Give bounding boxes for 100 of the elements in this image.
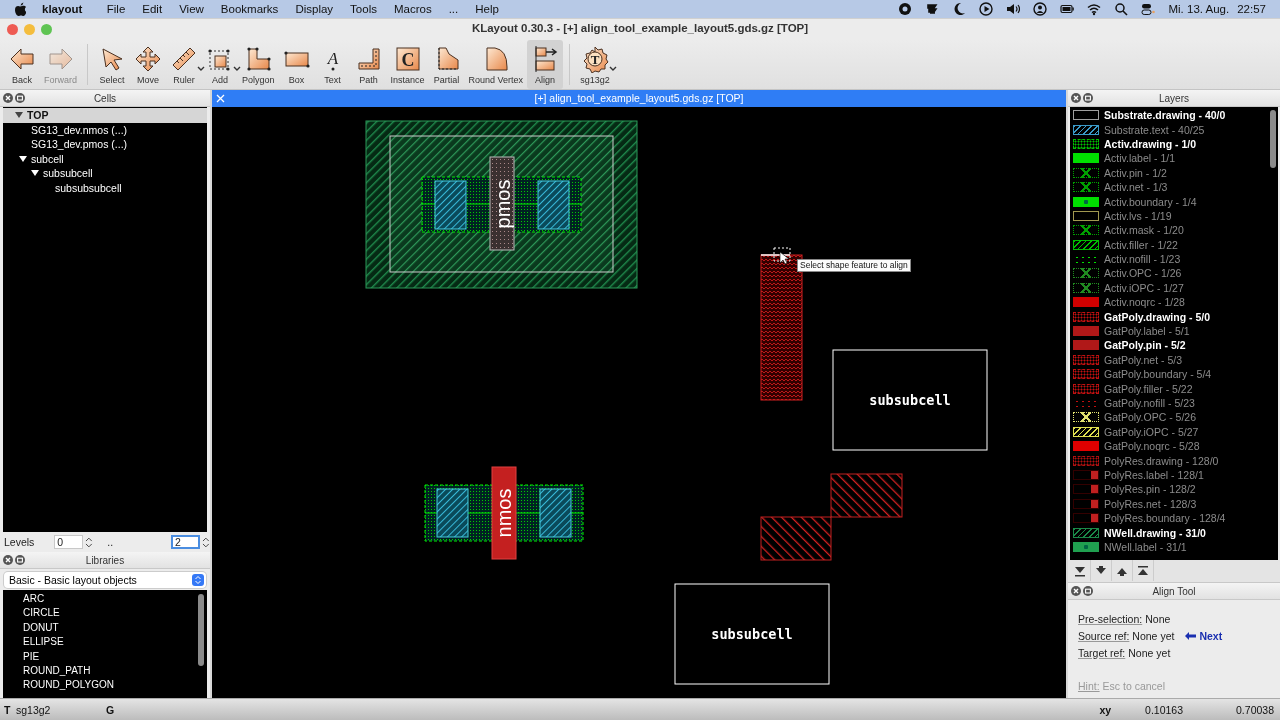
layer-swatch[interactable] bbox=[1073, 441, 1099, 452]
layer-name[interactable]: PolyRes.pin - 128/2 bbox=[1104, 483, 1196, 496]
layer-swatch[interactable] bbox=[1073, 182, 1099, 193]
spinner-icon[interactable] bbox=[202, 536, 210, 548]
layer-swatch[interactable] bbox=[1073, 326, 1099, 337]
moon-icon[interactable] bbox=[952, 2, 967, 16]
cell-frame[interactable] bbox=[832, 349, 988, 451]
layer-name[interactable]: Substrate.drawing - 40/0 bbox=[1104, 109, 1226, 122]
layer-name[interactable]: GatPoly.OPC - 5/26 bbox=[1104, 411, 1196, 424]
user-icon[interactable] bbox=[1033, 2, 1048, 16]
layer-name[interactable]: NWell.drawing - 31/0 bbox=[1104, 526, 1206, 539]
layer-swatch[interactable] bbox=[1073, 282, 1099, 293]
float-icon[interactable] bbox=[15, 93, 25, 103]
close-icon[interactable] bbox=[216, 94, 225, 103]
layer-name[interactable]: Activ.mask - 1/20 bbox=[1104, 224, 1184, 237]
tool-button[interactable]: Ruler bbox=[166, 40, 202, 89]
play-icon[interactable] bbox=[979, 2, 994, 16]
document-tab[interactable]: [+] align_tool_example_layout5.gds.gz [TOP] bbox=[534, 92, 744, 104]
toggle-icon[interactable] bbox=[1141, 2, 1156, 16]
library-item[interactable]: CIRCLE bbox=[3, 606, 207, 621]
tool-button[interactable]: Align bbox=[527, 40, 564, 89]
tree-item[interactable]: subcell bbox=[3, 151, 207, 166]
layer-name[interactable]: Activ.net - 1/3 bbox=[1104, 181, 1168, 194]
layer-name[interactable]: Activ.filler - 1/22 bbox=[1104, 238, 1178, 251]
layer-swatch[interactable] bbox=[1073, 383, 1099, 394]
layer-name[interactable]: GatPoly.noqrc - 5/28 bbox=[1104, 440, 1200, 453]
tree-item[interactable]: SG13_dev.nmos (...) bbox=[3, 122, 207, 137]
layer-swatch[interactable] bbox=[1073, 354, 1099, 365]
layer-name[interactable]: PolyRes.label - 128/1 bbox=[1104, 468, 1204, 481]
layer-name[interactable]: GatPoly.net - 5/3 bbox=[1104, 353, 1182, 366]
menu-item[interactable]: File bbox=[98, 3, 134, 15]
search-icon[interactable] bbox=[1114, 2, 1129, 16]
cell-frame[interactable] bbox=[674, 583, 830, 685]
layer-swatch[interactable] bbox=[1073, 311, 1099, 322]
library-item[interactable]: ROUND_PATH bbox=[3, 663, 207, 679]
tool-button[interactable]: Box bbox=[278, 40, 315, 89]
tool-button[interactable]: Path bbox=[350, 40, 387, 89]
spinner-icon[interactable] bbox=[85, 536, 94, 548]
tool-button[interactable]: Add bbox=[202, 40, 238, 89]
layer-swatch[interactable] bbox=[1073, 167, 1099, 178]
library-item[interactable]: ELLIPSE bbox=[3, 635, 207, 650]
tool-button[interactable]: Move bbox=[130, 40, 166, 89]
next-link[interactable]: Next bbox=[1185, 629, 1223, 642]
scrollbar-thumb[interactable] bbox=[1270, 110, 1276, 168]
library-select[interactable]: Basic - Basic layout objects bbox=[4, 572, 206, 588]
menu-item[interactable]: Macros bbox=[385, 3, 441, 15]
layer-name[interactable]: PolyRes.net - 128/3 bbox=[1104, 497, 1197, 510]
layer-swatch[interactable] bbox=[1073, 369, 1099, 380]
layer-swatch[interactable] bbox=[1073, 297, 1099, 308]
layer-swatch[interactable] bbox=[1073, 455, 1099, 466]
menu-item[interactable]: Bookmarks bbox=[212, 3, 287, 15]
tool-button[interactable]: Partial bbox=[428, 40, 465, 89]
layer-swatch[interactable] bbox=[1073, 513, 1099, 524]
tool-button[interactable]: Select bbox=[94, 40, 130, 89]
library-item[interactable]: DONUT bbox=[3, 620, 207, 636]
layer-name[interactable]: Activ.iOPC - 1/27 bbox=[1104, 281, 1184, 294]
layer-swatch[interactable] bbox=[1073, 268, 1099, 279]
layer-swatch[interactable] bbox=[1073, 210, 1099, 221]
float-icon[interactable] bbox=[15, 555, 25, 565]
layer-swatch[interactable] bbox=[1073, 527, 1099, 538]
library-item[interactable]: ARC bbox=[3, 592, 207, 607]
layer-name[interactable]: PolyRes.boundary - 128/4 bbox=[1104, 512, 1226, 525]
menu-item[interactable]: Tools bbox=[341, 3, 386, 15]
layer-name[interactable]: Activ.nofill - 1/23 bbox=[1104, 253, 1181, 266]
layer-name[interactable]: Activ.noqrc - 1/28 bbox=[1104, 296, 1185, 309]
speaker-icon[interactable] bbox=[1006, 2, 1021, 16]
tool-button[interactable]: Back bbox=[4, 40, 40, 89]
close-icon[interactable] bbox=[3, 93, 13, 103]
tree-item[interactable]: SG13_dev.pmos (...) bbox=[3, 137, 207, 152]
layer-name[interactable]: Activ.boundary - 1/4 bbox=[1104, 195, 1197, 208]
library-item[interactable]: PIE bbox=[3, 649, 207, 664]
layer-name[interactable]: Substrate.text - 40/25 bbox=[1104, 123, 1205, 136]
layer-name[interactable]: Activ.label - 1/1 bbox=[1104, 152, 1175, 165]
layer-swatch[interactable] bbox=[1073, 138, 1099, 149]
expand-arrow-icon[interactable] bbox=[19, 154, 27, 163]
tool-button[interactable]: C Instance bbox=[386, 40, 429, 89]
tree-item[interactable]: subsubcell bbox=[3, 166, 207, 181]
menu-item[interactable]: Help bbox=[466, 3, 508, 15]
scrollbar-thumb[interactable] bbox=[198, 594, 204, 666]
layer-name[interactable]: GatPoly.iOPC - 5/27 bbox=[1104, 425, 1199, 438]
expand-arrow-icon[interactable] bbox=[31, 169, 39, 178]
tree-item[interactable]: subsubsubcell bbox=[3, 180, 207, 195]
layer-swatch[interactable] bbox=[1073, 110, 1099, 121]
menu-item[interactable]: Edit bbox=[133, 3, 171, 15]
menu-item[interactable]: Display bbox=[286, 3, 342, 15]
tool-button[interactable]: Round Vertex bbox=[464, 40, 528, 89]
layer-name[interactable]: GatPoly.nofill - 5/23 bbox=[1104, 397, 1195, 409]
float-icon[interactable] bbox=[1083, 93, 1093, 103]
layer-swatch[interactable] bbox=[1073, 469, 1099, 480]
layer-name[interactable]: GatPoly.label - 5/1 bbox=[1104, 325, 1190, 338]
layer-swatch[interactable] bbox=[1073, 340, 1099, 351]
layer-swatch[interactable] bbox=[1073, 124, 1099, 135]
wifi-icon[interactable] bbox=[1087, 2, 1102, 16]
layer-name[interactable]: Activ.lvs - 1/19 bbox=[1104, 209, 1172, 222]
layer-name[interactable]: GatPoly.drawing - 5/0 bbox=[1104, 310, 1210, 323]
layer-name[interactable]: Activ.pin - 1/2 bbox=[1104, 166, 1167, 179]
layer-name[interactable]: NWell.label - 31/1 bbox=[1104, 540, 1187, 553]
layer-swatch[interactable] bbox=[1073, 498, 1099, 509]
battery-icon[interactable] bbox=[1060, 2, 1075, 16]
layer-name[interactable]: GatPoly.filler - 5/22 bbox=[1104, 382, 1193, 395]
